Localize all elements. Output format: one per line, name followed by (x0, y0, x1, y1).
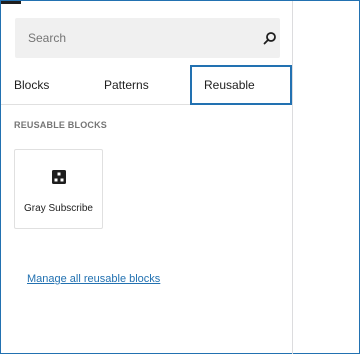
reusable-block-item[interactable]: Gray Subscribe (14, 149, 103, 229)
search-box (15, 18, 280, 58)
tab-blocks[interactable]: Blocks (14, 65, 49, 105)
inserter-frame: Blocks Patterns Reusable REUSABLE BLOCKS… (0, 0, 360, 354)
reusable-block-icon (52, 170, 66, 184)
manage-reusable-blocks-link[interactable]: Manage all reusable blocks (27, 273, 160, 285)
reusable-block-label: Gray Subscribe (24, 203, 93, 214)
section-title: REUSABLE BLOCKS (14, 120, 108, 130)
block-inserter-panel: Blocks Patterns Reusable REUSABLE BLOCKS… (1, 1, 293, 354)
inserter-tabs: Blocks Patterns Reusable (1, 65, 293, 105)
tab-reusable[interactable]: Reusable (190, 65, 292, 105)
tab-patterns[interactable]: Patterns (104, 65, 149, 105)
search-input[interactable] (15, 18, 245, 58)
search-icon[interactable] (263, 31, 277, 45)
